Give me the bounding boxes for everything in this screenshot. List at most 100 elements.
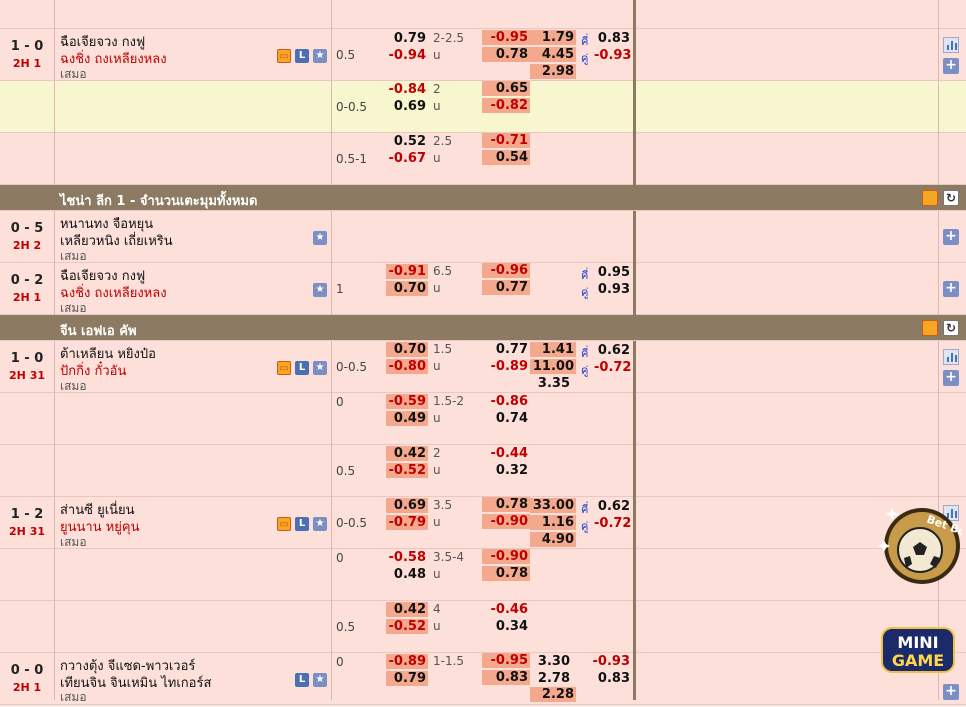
even-label: คู่ bbox=[581, 286, 589, 299]
handicap-away-odds[interactable]: 0.48 bbox=[384, 567, 426, 582]
stats-icon[interactable] bbox=[943, 37, 959, 53]
favorite-star-icon[interactable]: ★ bbox=[313, 361, 327, 375]
expand-button[interactable]: + bbox=[943, 684, 959, 700]
handicap-home-odds[interactable]: -0.91 bbox=[386, 264, 428, 279]
1x2-home-odds[interactable]: 1.41 bbox=[530, 342, 576, 357]
handicap-away-odds[interactable]: 0.69 bbox=[384, 99, 426, 114]
under-odds[interactable]: 0.78 bbox=[482, 566, 530, 581]
favorite-star-icon[interactable]: ★ bbox=[313, 231, 327, 245]
over-odds[interactable]: -0.95 bbox=[482, 653, 530, 668]
over-odds[interactable]: 0.77 bbox=[482, 342, 528, 357]
handicap-line: 0.5 bbox=[336, 464, 356, 478]
1x2-draw-odds[interactable]: 2.98 bbox=[530, 64, 576, 79]
league-name[interactable]: ไชน่า ลีก 1 - จำนวนเตะมุมทั้งหมด bbox=[60, 190, 257, 211]
over-odds[interactable]: -0.90 bbox=[482, 549, 530, 564]
expand-button[interactable]: + bbox=[943, 370, 959, 386]
over-odds[interactable]: -0.86 bbox=[482, 394, 528, 409]
expand-button[interactable]: + bbox=[943, 58, 959, 74]
over-odds[interactable]: -0.46 bbox=[482, 602, 528, 617]
under-odds[interactable]: 0.32 bbox=[482, 463, 528, 478]
1x2-away-odds[interactable]: 1.16 bbox=[530, 515, 576, 530]
match-row: 0 - 0 2H 1 กวางตุ้ง จีแซด-พาวเวอร์ เทียน… bbox=[0, 653, 966, 705]
handicap-home-odds[interactable]: 0.42 bbox=[386, 446, 428, 461]
1x2-home-odds[interactable]: 33.00 bbox=[530, 498, 576, 513]
handicap-away-odds[interactable]: 0.49 bbox=[386, 411, 428, 426]
over-odds[interactable]: 0.78 bbox=[482, 497, 530, 512]
1x2-home-odds[interactable]: 3.30 bbox=[530, 654, 570, 669]
over-odds[interactable]: -0.71 bbox=[482, 133, 530, 148]
expand-button[interactable]: + bbox=[943, 281, 959, 297]
under-odds[interactable]: 0.83 bbox=[482, 670, 530, 685]
1x2-draw-odds[interactable]: 3.35 bbox=[530, 376, 570, 391]
stats-icon[interactable] bbox=[943, 349, 959, 365]
1x2-away-odds[interactable]: 4.45 bbox=[530, 47, 576, 62]
odd-odds[interactable]: 0.62 bbox=[594, 499, 630, 514]
1x2-draw-odds[interactable]: 4.90 bbox=[530, 532, 576, 547]
over-odds[interactable]: -0.44 bbox=[482, 446, 528, 461]
odd-odds[interactable]: -0.93 bbox=[590, 654, 630, 669]
favorite-league-icon[interactable] bbox=[922, 320, 938, 336]
even-odds[interactable]: -0.93 bbox=[594, 48, 631, 63]
handicap-away-odds[interactable]: -0.79 bbox=[386, 515, 428, 530]
live-icon[interactable]: L bbox=[295, 49, 309, 63]
refresh-icon[interactable]: ↻ bbox=[943, 190, 959, 206]
handicap-away-odds[interactable]: 0.70 bbox=[386, 281, 428, 296]
even-odds[interactable]: 0.83 bbox=[590, 671, 630, 686]
handicap-line: 0 bbox=[336, 551, 344, 565]
live-icon[interactable]: L bbox=[295, 673, 309, 687]
handicap-away-odds[interactable]: -0.52 bbox=[386, 463, 428, 478]
even-odds[interactable]: -0.72 bbox=[594, 516, 631, 531]
under-odds[interactable]: -0.89 bbox=[482, 359, 528, 374]
favorite-star-icon[interactable]: ★ bbox=[313, 673, 327, 687]
1x2-home-odds[interactable]: 1.79 bbox=[530, 30, 576, 45]
bet-boost-promo[interactable]: Bet Boost bbox=[874, 500, 962, 588]
live-icon[interactable]: L bbox=[295, 361, 309, 375]
over-odds[interactable]: 0.65 bbox=[482, 81, 530, 96]
under-odds[interactable]: 0.54 bbox=[482, 150, 530, 165]
handicap-home-odds[interactable]: 0.42 bbox=[386, 602, 428, 617]
handicap-away-odds[interactable]: 0.79 bbox=[386, 671, 428, 686]
favorite-star-icon[interactable]: ★ bbox=[313, 49, 327, 63]
favorite-league-icon[interactable] bbox=[922, 190, 938, 206]
mini-game-promo[interactable]: MINI GAME bbox=[880, 620, 956, 678]
favorite-star-icon[interactable]: ★ bbox=[313, 283, 327, 297]
1x2-away-odds[interactable]: 11.00 bbox=[530, 359, 576, 374]
under-odds[interactable]: -0.90 bbox=[482, 514, 530, 529]
handicap-home-odds[interactable]: -0.89 bbox=[386, 654, 428, 669]
league-header[interactable]: ไชน่า ลีก 1 - จำนวนเตะมุมทั้งหมด ↻ bbox=[0, 185, 966, 211]
1x2-away-odds[interactable]: 2.78 bbox=[530, 671, 570, 686]
odd-odds[interactable]: 0.95 bbox=[594, 265, 630, 280]
over-odds[interactable]: -0.96 bbox=[482, 263, 530, 278]
handicap-home-odds[interactable]: 0.70 bbox=[386, 342, 428, 357]
tv-icon[interactable]: ▭ bbox=[277, 361, 291, 375]
handicap-away-odds[interactable]: -0.80 bbox=[386, 359, 428, 374]
under-odds[interactable]: 0.74 bbox=[482, 411, 528, 426]
handicap-home-odds[interactable]: 0.69 bbox=[386, 498, 428, 513]
league-header[interactable]: จีน เอฟเอ คัพ ↻ bbox=[0, 315, 966, 341]
odd-odds[interactable]: 0.62 bbox=[594, 343, 630, 358]
under-odds[interactable]: -0.82 bbox=[482, 98, 530, 113]
refresh-icon[interactable]: ↻ bbox=[943, 320, 959, 336]
handicap-home-odds[interactable]: -0.58 bbox=[384, 550, 426, 565]
handicap-away-odds[interactable]: -0.67 bbox=[384, 151, 426, 166]
live-icon[interactable]: L bbox=[295, 517, 309, 531]
handicap-away-odds[interactable]: -0.52 bbox=[386, 619, 428, 634]
handicap-home-odds[interactable]: -0.84 bbox=[384, 82, 426, 97]
handicap-away-odds[interactable]: -0.94 bbox=[384, 48, 426, 63]
expand-button[interactable]: + bbox=[943, 229, 959, 245]
handicap-home-odds[interactable]: -0.59 bbox=[386, 394, 428, 409]
odd-odds[interactable]: 0.83 bbox=[594, 31, 630, 46]
handicap-home-odds[interactable]: 0.52 bbox=[384, 134, 426, 149]
under-odds[interactable]: 0.34 bbox=[482, 619, 528, 634]
tv-icon[interactable]: ▭ bbox=[277, 49, 291, 63]
even-odds[interactable]: -0.72 bbox=[594, 360, 631, 375]
under-odds[interactable]: 0.78 bbox=[482, 47, 530, 62]
even-odds[interactable]: 0.93 bbox=[594, 282, 630, 297]
league-name[interactable]: จีน เอฟเอ คัพ bbox=[60, 320, 137, 341]
under-odds[interactable]: 0.77 bbox=[482, 280, 530, 295]
handicap-home-odds[interactable]: 0.79 bbox=[384, 31, 426, 46]
tv-icon[interactable]: ▭ bbox=[277, 517, 291, 531]
over-odds[interactable]: -0.95 bbox=[482, 30, 530, 45]
favorite-star-icon[interactable]: ★ bbox=[313, 517, 327, 531]
goal-line: 3.5-4 bbox=[433, 550, 465, 564]
